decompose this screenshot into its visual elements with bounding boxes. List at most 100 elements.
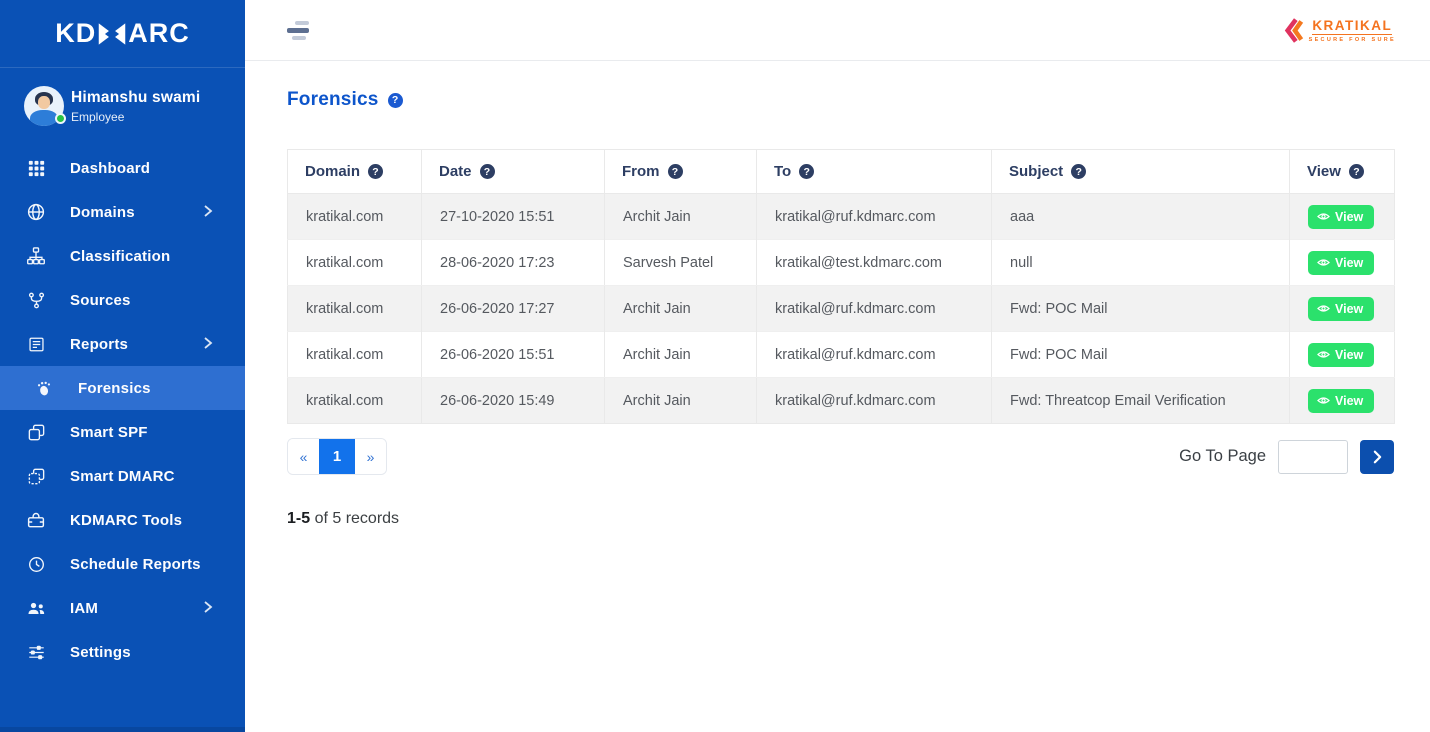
pagination-page-1-button[interactable]: 1 [319, 439, 355, 474]
view-button[interactable]: View [1308, 389, 1374, 413]
eye-icon [1317, 303, 1330, 314]
sidebar-item-smart-dmarc[interactable]: Smart DMARC [0, 454, 245, 498]
sitemap-icon [26, 247, 46, 265]
help-icon[interactable]: ? [368, 164, 383, 179]
cell-from: Archit Jain [605, 332, 757, 378]
cell-from: Archit Jain [605, 286, 757, 332]
cell-subject: Fwd: Threatcop Email Verification [992, 378, 1290, 424]
sidebar-item-forensics[interactable]: Forensics [0, 366, 245, 410]
column-header-subject: Subject? [992, 150, 1290, 194]
help-icon[interactable]: ? [388, 93, 403, 108]
sidebar-item-kdmarc-tools[interactable]: KDMARC Tools [0, 498, 245, 542]
clone-icon [26, 424, 46, 441]
records-summary: 1-5 of 5 records [287, 510, 1394, 528]
table-row: kratikal.com 26-06-2020 17:27 Archit Jai… [288, 286, 1395, 332]
sidebar-item-sources[interactable]: Sources [0, 278, 245, 322]
sidebar-item-iam[interactable]: IAM [0, 586, 245, 630]
table-row: kratikal.com 26-06-2020 15:51 Archit Jai… [288, 332, 1395, 378]
goto-page-button[interactable] [1360, 440, 1394, 474]
kratikal-brand-logo: KRATIKAL SECURE FOR SURE [1284, 17, 1396, 44]
cell-date: 26-06-2020 15:51 [422, 332, 605, 378]
cell-date: 26-06-2020 15:49 [422, 378, 605, 424]
brand-tagline: SECURE FOR SURE [1309, 37, 1396, 43]
column-label: Subject [1009, 163, 1063, 180]
view-button[interactable]: View [1308, 251, 1374, 275]
sidebar-item-settings[interactable]: Settings [0, 630, 245, 674]
sidebar-item-label: Sources [70, 292, 131, 309]
user-role: Employee [71, 110, 200, 124]
cell-date: 28-06-2020 17:23 [422, 240, 605, 286]
chevron-right-icon [203, 204, 213, 221]
records-suffix: of 5 records [310, 510, 399, 527]
cell-subject: Fwd: POC Mail [992, 286, 1290, 332]
sidebar-item-label: Reports [70, 336, 128, 353]
view-button[interactable]: View [1308, 297, 1374, 321]
help-icon[interactable]: ? [1349, 164, 1364, 179]
logo-text-right: ARC [128, 18, 190, 49]
sidebar-item-label: Forensics [78, 380, 151, 397]
cell-from: Sarvesh Patel [605, 240, 757, 286]
cell-domain: kratikal.com [288, 286, 422, 332]
sidebar-item-label: Schedule Reports [70, 556, 201, 573]
cell-domain: kratikal.com [288, 194, 422, 240]
view-button[interactable]: View [1308, 343, 1374, 367]
sidebar-item-label: Smart DMARC [70, 468, 175, 485]
sidebar-item-smart-spf[interactable]: Smart SPF [0, 410, 245, 454]
logo-text-left: KD [55, 18, 96, 49]
topbar: KRATIKAL SECURE FOR SURE [245, 0, 1430, 61]
sidebar-item-reports[interactable]: Reports [0, 322, 245, 366]
user-name: Himanshu swami [71, 89, 200, 107]
sidebar-footer-strip [0, 727, 245, 732]
pagination-row: « 1 » Go To Page [287, 438, 1394, 475]
page-title-row: Forensics ? [287, 89, 1394, 111]
view-button-label: View [1335, 348, 1363, 362]
sidebar: KD ARC Himanshu swami Employee [0, 0, 245, 732]
footprint-icon [34, 380, 54, 397]
cell-domain: kratikal.com [288, 332, 422, 378]
sidebar-item-classification[interactable]: Classification [0, 234, 245, 278]
table-row: kratikal.com 28-06-2020 17:23 Sarvesh Pa… [288, 240, 1395, 286]
sidebar-item-label: Dashboard [70, 160, 150, 177]
sidebar-item-dashboard[interactable]: Dashboard [0, 146, 245, 190]
eye-icon [1317, 349, 1330, 360]
table-header-row: Domain? Date? From? To? Subject? View? [288, 150, 1395, 194]
records-range: 1-5 [287, 510, 310, 527]
clock-icon [26, 556, 46, 573]
cell-subject: Fwd: POC Mail [992, 332, 1290, 378]
users-icon [26, 600, 46, 617]
menu-toggle-icon[interactable] [287, 21, 311, 40]
main-area: KRATIKAL SECURE FOR SURE Forensics ? Dom… [245, 0, 1430, 732]
report-icon [26, 336, 46, 353]
column-label: To [774, 163, 791, 180]
user-profile[interactable]: Himanshu swami Employee [0, 68, 245, 144]
cell-subject: aaa [992, 194, 1290, 240]
page-title: Forensics [287, 89, 379, 111]
cell-to: kratikal@test.kdmarc.com [757, 240, 992, 286]
goto-page-input[interactable] [1278, 440, 1348, 474]
sidebar-item-domains[interactable]: Domains [0, 190, 245, 234]
goto-page-label: Go To Page [1179, 447, 1266, 466]
cell-date: 27-10-2020 15:51 [422, 194, 605, 240]
cell-date: 26-06-2020 17:27 [422, 286, 605, 332]
pagination-next-button[interactable]: » [355, 439, 386, 474]
sidebar-item-label: IAM [70, 600, 98, 617]
help-icon[interactable]: ? [668, 164, 683, 179]
column-header-domain: Domain? [288, 150, 422, 194]
eye-icon [1317, 211, 1330, 222]
table-row: kratikal.com 27-10-2020 15:51 Archit Jai… [288, 194, 1395, 240]
sidebar-item-label: KDMARC Tools [70, 512, 182, 529]
help-icon[interactable]: ? [480, 164, 495, 179]
cell-to: kratikal@ruf.kdmarc.com [757, 378, 992, 424]
pagination-prev-button[interactable]: « [288, 439, 319, 474]
forensics-table: Domain? Date? From? To? Subject? View? k… [287, 149, 1395, 424]
cell-from: Archit Jain [605, 194, 757, 240]
help-icon[interactable]: ? [1071, 164, 1086, 179]
view-button[interactable]: View [1308, 205, 1374, 229]
chevron-right-icon [1372, 450, 1383, 464]
kdmarc-logo[interactable]: KD ARC [55, 18, 190, 49]
view-button-label: View [1335, 394, 1363, 408]
sidebar-item-schedule-reports[interactable]: Schedule Reports [0, 542, 245, 586]
column-label: Domain [305, 163, 360, 180]
eye-icon [1317, 257, 1330, 268]
help-icon[interactable]: ? [799, 164, 814, 179]
